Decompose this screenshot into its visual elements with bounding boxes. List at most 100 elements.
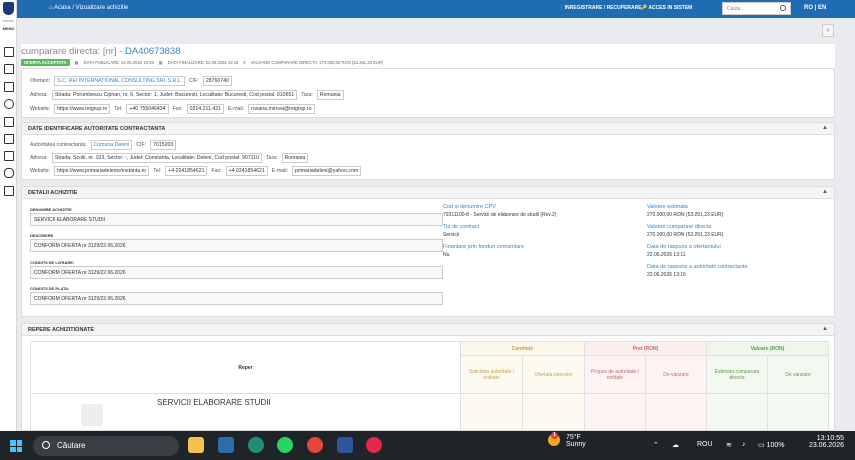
status-badge: OFERTA ACCEPTATA bbox=[21, 59, 70, 66]
cell-qty-off bbox=[522, 393, 585, 430]
chevron-up-icon[interactable]: ⌃ bbox=[653, 441, 659, 449]
battery-indicator[interactable]: ▭ 100% bbox=[758, 441, 784, 449]
store-icon[interactable] bbox=[218, 437, 234, 453]
authority-heading[interactable]: DATE IDENTIFICARE AUTORITATE CONTRACTANT… bbox=[22, 123, 834, 135]
list-icon[interactable] bbox=[4, 64, 14, 74]
offerer-name[interactable]: S.C. REI INTERNATIONAL CONSULTING SRL S.… bbox=[54, 76, 185, 86]
details-panel: DETALII ACHIZITIE ▲ DENUMIRE ACHIZITIE SE… bbox=[21, 186, 835, 317]
windows-taskbar: Căutare 1 75°F Sunny ⌃ ☁ ROU ≋ ♪ ▭ 100% … bbox=[0, 431, 855, 460]
breadcrumb-separator: / bbox=[72, 5, 74, 11]
authority-panel: DATE IDENTIFICARE AUTORITATE CONTRACTANT… bbox=[21, 122, 835, 180]
cpv-label: Cod si denumire CPV bbox=[443, 204, 496, 210]
top-navbar: ⌂ Acasa / Vizualizare achizitie 👤 INREGI… bbox=[17, 0, 855, 18]
details-heading-text: DETALII ACHIZITIE bbox=[28, 190, 78, 196]
item-name[interactable]: SERVICII ELABORARE STUDII bbox=[157, 398, 271, 407]
authority-row: Autoritatea contractanta: Comuna Deleni … bbox=[22, 140, 177, 150]
chrome-icon[interactable] bbox=[307, 437, 323, 453]
wifi-icon[interactable]: ≋ bbox=[726, 441, 732, 449]
procurement-name: SERVICII ELABORARE STUDII bbox=[30, 213, 443, 226]
login-link[interactable]: 🔑 ACCES IN SISTEM bbox=[641, 5, 692, 11]
calendar-icon: ▦ bbox=[74, 60, 79, 65]
grid-icon[interactable] bbox=[4, 117, 14, 127]
settings-icon[interactable] bbox=[4, 186, 14, 196]
search-icon bbox=[42, 441, 50, 449]
weather-widget[interactable]: 1 75°F Sunny bbox=[548, 432, 586, 448]
procurement-header: cumparare directa: [nr] - DA40673838 OFE… bbox=[21, 44, 835, 70]
back-button[interactable]: ‹ bbox=[822, 24, 834, 37]
cloud-icon[interactable]: ☁ bbox=[672, 441, 679, 449]
contract-type-label: Tip de contract bbox=[443, 224, 480, 230]
menu-button[interactable]: MENU bbox=[0, 26, 17, 31]
user-icon: 👤 bbox=[557, 5, 565, 11]
authority-address-row: Adresa: Strada: Scolii, nr. 103, Sector:… bbox=[22, 153, 309, 163]
delivery-conditions: CONFORM OFERTA nr 3129/22.06.2026 bbox=[30, 266, 443, 279]
authority-tel: +4 0241854621 bbox=[165, 166, 208, 176]
procurement-description: CONFORM OFERTA nr 3129/22.06.2026 bbox=[30, 239, 443, 252]
authority-name[interactable]: Comuna Deleni bbox=[90, 140, 133, 150]
collapse-icon[interactable]: ▲ bbox=[822, 326, 828, 332]
whatsapp-icon[interactable] bbox=[277, 437, 293, 453]
word-icon[interactable] bbox=[337, 437, 353, 453]
volume-icon[interactable]: ♪ bbox=[742, 441, 746, 448]
collapse-icon[interactable]: ▲ bbox=[822, 125, 828, 131]
breadcrumb: ⌂ Acasa / Vizualizare achizitie bbox=[49, 5, 128, 11]
search-placeholder: Cauta... bbox=[727, 6, 745, 12]
offerer-cif: 28760740 bbox=[202, 76, 232, 86]
address-label: Adresa: bbox=[30, 92, 48, 98]
offerer-website[interactable]: https://www.reigrup.ro bbox=[54, 104, 111, 114]
authority-cif: 7015203 bbox=[150, 140, 177, 150]
search-input[interactable]: Cauta... bbox=[722, 2, 791, 15]
fax-label: Fax: bbox=[172, 106, 183, 112]
sun-icon: 1 bbox=[548, 432, 560, 446]
details-heading[interactable]: DETALII ACHIZITIE ▲ bbox=[22, 187, 834, 199]
archive-icon[interactable] bbox=[4, 151, 14, 161]
authority-label: Autoritatea contractanta: bbox=[30, 142, 87, 148]
col-price-sell: De vanzare bbox=[645, 355, 707, 394]
offerer-tel: +40 755046434 bbox=[126, 104, 169, 114]
search-icon[interactable] bbox=[780, 5, 786, 11]
clock[interactable]: 13:10:55 23.06.2026 bbox=[804, 435, 844, 449]
main-content: cumparare directa: [nr] - DA40673838 OFE… bbox=[21, 44, 835, 431]
authority-website[interactable]: https://www.primariadelenicónstanta.ro bbox=[54, 166, 150, 176]
date-published: DATA PUBLICARE: 22.06.2026 10:08 bbox=[83, 60, 154, 65]
payment-conditions: CONFORM OFERTA nr 3129/22.06.2026 bbox=[30, 292, 443, 305]
authority-response-label: Data de raspuns a autoritatii contractan… bbox=[647, 264, 748, 270]
cpv-value: 79311100-8 - Servicii de elaborare de st… bbox=[443, 212, 557, 218]
register-link[interactable]: 👤 INREGISTRARE / RECUPERARE bbox=[557, 5, 642, 11]
chat-icon[interactable] bbox=[4, 168, 14, 178]
items-heading-text: REPERE ACHIZITIONATE bbox=[28, 327, 95, 333]
calculator-icon[interactable] bbox=[4, 134, 14, 144]
procurement-code: DA40673838 bbox=[125, 46, 181, 57]
weather-temp: 75°F bbox=[565, 434, 581, 441]
email-label: E-mail: bbox=[228, 106, 245, 112]
name-label: DENUMIRE ACHIZITIE bbox=[30, 207, 72, 212]
document-icon[interactable] bbox=[4, 47, 14, 57]
item-cell: SERVICII ELABORARE STUDII bbox=[30, 393, 461, 430]
language-indicator[interactable]: ROU bbox=[697, 441, 713, 448]
desc-label: DESCRIERE bbox=[30, 233, 54, 238]
col-value: Valoare (RON) bbox=[706, 341, 829, 356]
taskbar-search[interactable]: Căutare bbox=[33, 436, 179, 456]
left-sidebar: PORTAL MENU bbox=[0, 0, 17, 431]
website-label: Website: bbox=[30, 168, 51, 174]
language-switch[interactable]: RO | EN bbox=[804, 5, 826, 11]
items-heading[interactable]: REPERE ACHIZITIONATE ▲ bbox=[22, 324, 834, 336]
portal-logo[interactable] bbox=[3, 2, 14, 15]
items-panel: REPERE ACHIZITIONATE ▲ Reper Cantitate Pr… bbox=[21, 323, 835, 431]
windows-start-icon[interactable] bbox=[10, 440, 22, 452]
authority-country: Romania bbox=[281, 153, 309, 163]
help-icon[interactable] bbox=[4, 99, 14, 109]
catalog-icon[interactable] bbox=[4, 82, 14, 92]
media-player-icon[interactable] bbox=[366, 437, 382, 453]
weather-badge: 1 bbox=[551, 432, 558, 439]
collapse-icon[interactable]: ▲ bbox=[822, 189, 828, 195]
date-final: DATA FINALIZARE: 22.06.2026 13:16 bbox=[167, 60, 239, 65]
offerer-label: Ofertant: bbox=[30, 78, 51, 84]
offer-response-label: Data de raspuns a ofertantului bbox=[647, 244, 721, 250]
breadcrumb-home[interactable]: Acasa bbox=[54, 5, 71, 11]
edge-icon[interactable] bbox=[248, 437, 264, 453]
cell-price-sell bbox=[645, 393, 707, 430]
cell-val-est bbox=[706, 393, 768, 430]
file-explorer-icon[interactable] bbox=[188, 437, 204, 453]
sidebar-brand: PORTAL bbox=[2, 19, 15, 23]
